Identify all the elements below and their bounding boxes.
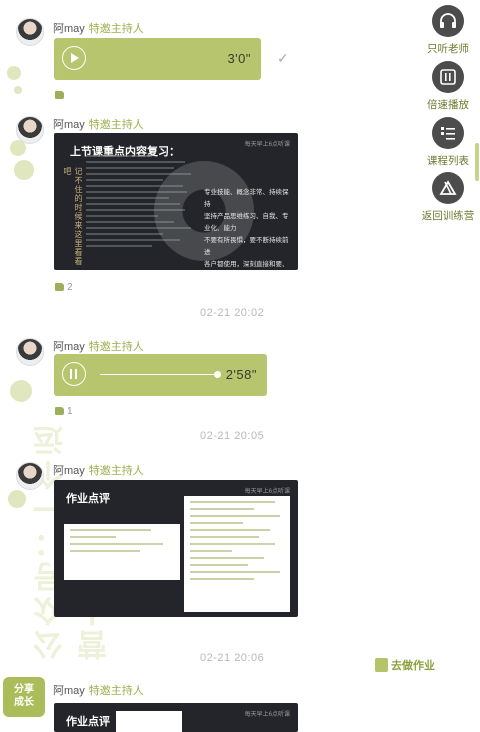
list-icon xyxy=(432,117,464,149)
scrollbar[interactable] xyxy=(475,143,479,181)
decor-blob xyxy=(14,160,34,180)
author-name: 阿may 特邀主持人 xyxy=(53,23,144,35)
timestamp: 02-21 20:02 xyxy=(200,307,265,319)
slide-title: 作业点评 xyxy=(66,715,110,728)
timestamp: 02-21 20:05 xyxy=(200,430,265,442)
avatar[interactable] xyxy=(16,462,44,490)
played-check-icon: ✓ xyxy=(277,50,289,66)
avatar[interactable] xyxy=(16,116,44,144)
decor-blob xyxy=(14,86,22,94)
author-name: 阿may 特邀主持人 xyxy=(53,119,144,131)
thumb-icon xyxy=(55,91,64,99)
homework-screenshot xyxy=(116,711,182,732)
slide-title: 作业点评 xyxy=(66,492,110,505)
avatar[interactable] xyxy=(16,18,44,46)
pause-icon[interactable] xyxy=(62,362,86,386)
play-icon[interactable] xyxy=(62,46,86,70)
like-button[interactable] xyxy=(55,90,64,101)
voice-duration: 2'58" xyxy=(225,367,257,382)
playback-progress[interactable] xyxy=(100,371,221,378)
decor-blob xyxy=(7,66,21,80)
only-teacher-button[interactable]: 只听老师 xyxy=(408,5,480,56)
back-camp-icon xyxy=(432,172,464,204)
author-name: 阿may 特邀主持人 xyxy=(53,465,144,477)
like-button[interactable]: 2 xyxy=(55,282,73,293)
like-button[interactable]: 1 xyxy=(55,406,73,417)
slide-brand: 每天早上6点听课 xyxy=(244,712,290,718)
slide-vertical-text: 记不住的时候来这里看看吧 xyxy=(63,167,83,266)
homework-screenshot xyxy=(64,524,180,580)
homework-icon xyxy=(375,658,388,672)
decor-blob xyxy=(8,490,26,508)
voice-message[interactable]: 3'0" xyxy=(54,38,261,80)
author-name: 阿may 特邀主持人 xyxy=(53,341,144,353)
thumb-icon xyxy=(55,407,64,415)
author-name: 阿may 特邀主持人 xyxy=(53,685,144,697)
homework-screenshot xyxy=(184,496,290,612)
course-list-button[interactable]: 课程列表 xyxy=(408,117,480,168)
voice-duration: 3'0" xyxy=(227,51,251,66)
voice-message[interactable]: 2'58" xyxy=(54,354,267,396)
slide-image[interactable]: 上节课重点内容复习： 每天早上6点听课 记不住的时候来这里看看吧 专业技能、概念… xyxy=(54,133,298,270)
slide-image[interactable]: 作业点评 每天早上6点听课 xyxy=(54,703,298,732)
thumb-icon xyxy=(55,283,64,291)
timestamp: 02-21 20:06 xyxy=(200,652,265,664)
back-to-camp-button[interactable]: 返回训练营 xyxy=(408,172,480,223)
share-growth-badge[interactable]: 分享 成长 xyxy=(3,677,45,717)
decor-blob xyxy=(10,380,32,402)
slide-brand: 每天早上6点听课 xyxy=(244,489,290,495)
speed-button[interactable]: 倍速播放 xyxy=(408,61,480,112)
progress-knob[interactable] xyxy=(214,371,221,378)
slide-notes: 专业技能、概念非常、持续保持 坚持产品思维练习、自我、专业化、能力 不要有所畏惧… xyxy=(204,189,289,268)
slide-brand: 每天早上6点听课 xyxy=(244,142,290,148)
do-homework-button[interactable]: 去做作业 xyxy=(375,657,435,673)
slide-image[interactable]: 作业点评 每天早上6点听课 xyxy=(54,480,298,617)
headphones-icon xyxy=(432,5,464,37)
speed-icon xyxy=(432,61,464,93)
avatar[interactable] xyxy=(16,338,44,366)
